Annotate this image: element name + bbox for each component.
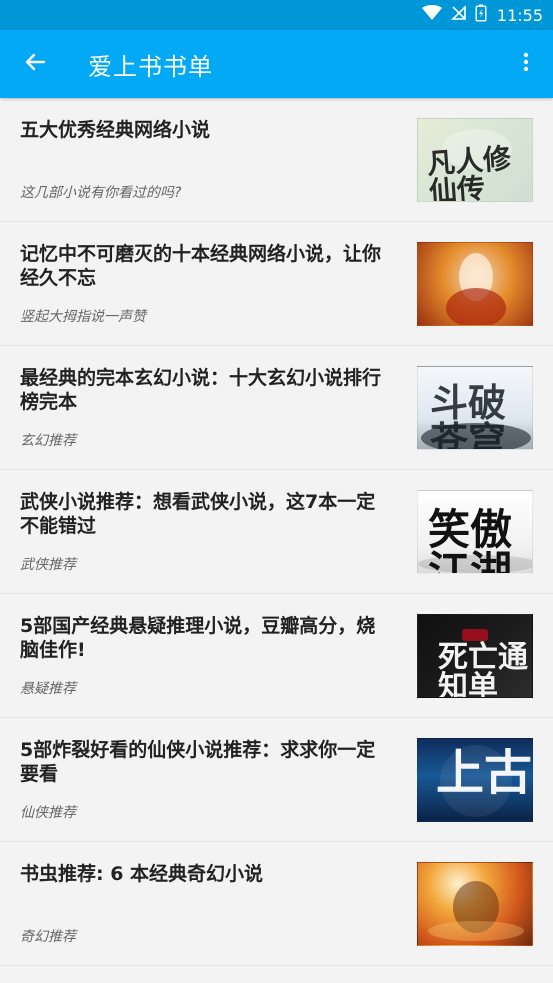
thumbnail-warrior-woman xyxy=(417,242,533,326)
list-item[interactable]: 5部国产经典悬疑推理小说，豆瓣高分，烧脑佳作! 悬疑推荐 死亡通知单 xyxy=(0,594,553,718)
item-subtitle: 玄幻推荐 xyxy=(20,433,76,449)
item-title: 记忆中不可磨灭的十本经典网络小说，让你经久不忘 xyxy=(20,243,382,289)
list-item[interactable]: 五大优秀经典网络小说 这几部小说有你看过的吗? 凡人修仙传 xyxy=(0,98,553,222)
thumbnail-shanggu: 上古 xyxy=(417,738,533,822)
item-text: 五大优秀经典网络小说 这几部小说有你看过的吗? xyxy=(20,118,392,202)
item-subtitle: 竖起大拇指说一声赞 xyxy=(20,309,146,325)
more-options-button[interactable] xyxy=(517,52,535,76)
thumbnail-fantasy-warrior xyxy=(417,862,533,946)
thumbnail-ink-calligraphy: 凡人修仙传 xyxy=(417,118,533,202)
item-text: 武侠小说推荐：想看武侠小说，这7本一定不能错过 武侠推荐 xyxy=(20,490,392,574)
item-title: 书虫推荐: 6 本经典奇幻小说 xyxy=(20,863,264,885)
status-time: 11:55 xyxy=(496,5,543,25)
item-subtitle: 武侠推荐 xyxy=(20,557,76,573)
back-button[interactable] xyxy=(22,51,48,77)
thumbnail-xiaoao: 笑傲江湖 xyxy=(417,490,533,574)
thumbnail-death-notice: 死亡通知单 xyxy=(417,614,533,698)
item-text: 最经典的完本玄幻小说：十大玄幻小说排行榜完本 玄幻推荐 xyxy=(20,366,392,450)
page-title: 爱上书书单 xyxy=(88,52,213,81)
item-title: 5部炸裂好看的仙侠小说推荐：求求你一定要看 xyxy=(20,739,376,785)
battery-charging-icon xyxy=(475,4,487,26)
back-arrow-icon xyxy=(24,51,46,77)
item-title: 武侠小说推荐：想看武侠小说，这7本一定不能错过 xyxy=(20,491,376,537)
list-item[interactable]: 5部炸裂好看的仙侠小说推荐：求求你一定要看 仙侠推荐 上古 xyxy=(0,718,553,842)
more-vert-icon xyxy=(523,51,529,77)
item-subtitle: 仙侠推荐 xyxy=(20,805,76,821)
app-bar: 爱上书书单 xyxy=(0,30,553,98)
wifi-icon xyxy=(421,5,443,25)
item-subtitle: 奇幻推荐 xyxy=(20,929,76,945)
book-list: 五大优秀经典网络小说 这几部小说有你看过的吗? 凡人修仙传 记忆中不可磨灭的十本… xyxy=(0,98,553,966)
list-item[interactable]: 书虫推荐: 6 本经典奇幻小说 奇幻推荐 xyxy=(0,842,553,966)
list-item[interactable]: 最经典的完本玄幻小说：十大玄幻小说排行榜完本 玄幻推荐 斗破苍穹 xyxy=(0,346,553,470)
thumbnail-doupo: 斗破苍穹 xyxy=(417,366,533,450)
item-text: 书虫推荐: 6 本经典奇幻小说 奇幻推荐 xyxy=(20,862,392,946)
item-subtitle: 这几部小说有你看过的吗? xyxy=(20,185,182,201)
item-text: 5部国产经典悬疑推理小说，豆瓣高分，烧脑佳作! 悬疑推荐 xyxy=(20,614,392,698)
item-title: 五大优秀经典网络小说 xyxy=(20,119,211,141)
item-text: 记忆中不可磨灭的十本经典网络小说，让你经久不忘 竖起大拇指说一声赞 xyxy=(20,242,392,326)
signal-off-icon xyxy=(450,5,467,25)
item-title: 5部国产经典悬疑推理小说，豆瓣高分，烧脑佳作! xyxy=(20,615,376,661)
list-item[interactable]: 记忆中不可磨灭的十本经典网络小说，让你经久不忘 竖起大拇指说一声赞 xyxy=(0,222,553,346)
status-icons: 11:55 xyxy=(421,4,543,26)
item-title: 最经典的完本玄幻小说：十大玄幻小说排行榜完本 xyxy=(20,367,382,413)
status-bar: 11:55 xyxy=(0,0,553,30)
item-subtitle: 悬疑推荐 xyxy=(20,681,76,697)
list-item[interactable]: 武侠小说推荐：想看武侠小说，这7本一定不能错过 武侠推荐 笑傲江湖 xyxy=(0,470,553,594)
item-text: 5部炸裂好看的仙侠小说推荐：求求你一定要看 仙侠推荐 xyxy=(20,738,392,822)
